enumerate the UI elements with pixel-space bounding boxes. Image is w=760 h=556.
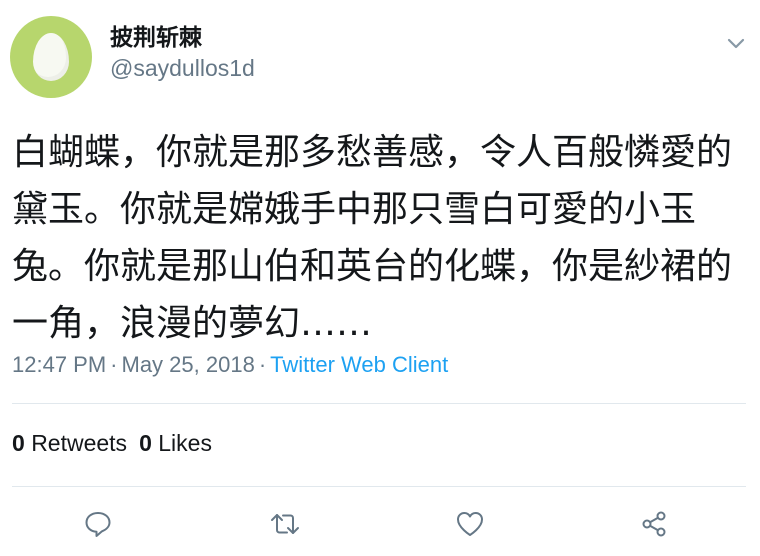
retweets-label: Retweets [31, 430, 128, 456]
likes-stat[interactable]: 0 Likes [139, 430, 212, 456]
retweets-count: 0 [12, 430, 25, 456]
chevron-down-icon[interactable] [724, 34, 748, 54]
share-button[interactable] [638, 508, 670, 540]
tweet-stats: 0 Retweets 0 Likes [12, 430, 212, 457]
like-button[interactable] [454, 508, 486, 540]
likes-label: Likes [158, 430, 212, 456]
client-link[interactable]: Twitter Web Client [270, 352, 448, 377]
tweet-date[interactable]: May 25, 2018 [122, 352, 255, 377]
avatar[interactable] [10, 16, 92, 98]
tweet-meta: 12:47 PM · May 25, 2018 · Twitter Web Client [12, 352, 448, 378]
divider [12, 403, 746, 404]
tweet-text: 白蝴蝶，你就是那多愁善感，令人百般憐愛的黛玉。你就是嫦娥手中那只雪白可愛的小玉兔… [12, 132, 733, 344]
meta-separator: · [258, 352, 267, 377]
reply-icon [85, 512, 111, 537]
retweet-icon [271, 514, 299, 534]
share-icon [642, 511, 666, 537]
user-handle[interactable]: @saydullos1d [110, 55, 255, 82]
divider [12, 486, 746, 487]
likes-count: 0 [139, 430, 152, 456]
display-name[interactable]: 披荆斩棘 [110, 18, 202, 52]
retweet-button[interactable] [269, 508, 301, 540]
tweet-time[interactable]: 12:47 PM [12, 352, 106, 377]
meta-separator: · [110, 352, 118, 377]
reply-button[interactable] [82, 508, 114, 540]
default-egg-avatar-icon [33, 33, 69, 81]
retweets-stat[interactable]: 0 Retweets [12, 430, 127, 456]
heart-icon [457, 512, 483, 536]
